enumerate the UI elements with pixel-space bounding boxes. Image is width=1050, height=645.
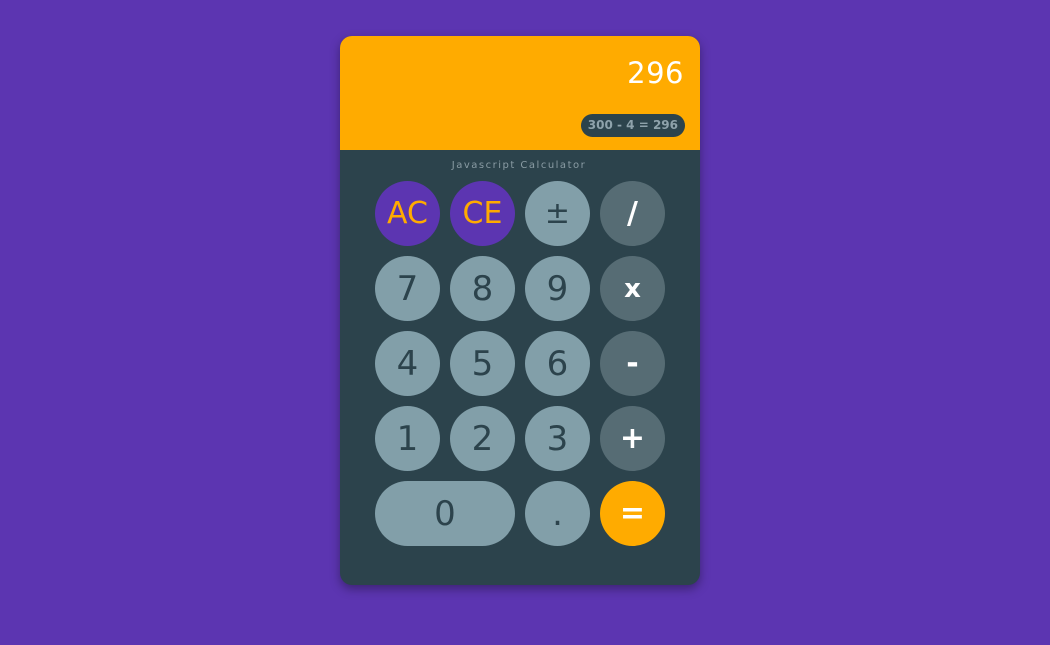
digit-6-button[interactable]: 6 xyxy=(525,331,590,396)
digit-3-button[interactable]: 3 xyxy=(525,406,590,471)
digit-2-button[interactable]: 2 xyxy=(450,406,515,471)
clear-entry-button[interactable]: CE xyxy=(450,181,515,246)
history-expression: 300 - 4 = 296 xyxy=(580,114,685,137)
sign-toggle-button[interactable]: ± xyxy=(525,181,590,246)
display-value: 296 xyxy=(627,56,684,90)
divide-button[interactable]: / xyxy=(600,181,665,246)
digit-9-button[interactable]: 9 xyxy=(525,256,590,321)
decimal-button[interactable]: . xyxy=(525,481,590,546)
digit-5-button[interactable]: 5 xyxy=(450,331,515,396)
digit-4-button[interactable]: 4 xyxy=(375,331,440,396)
display-panel: 296 300 - 4 = 296 xyxy=(340,36,700,150)
multiply-button[interactable]: x xyxy=(600,256,665,321)
digit-1-button[interactable]: 1 xyxy=(375,406,440,471)
add-button[interactable]: + xyxy=(600,406,665,471)
subtract-button[interactable]: - xyxy=(600,331,665,396)
calculator-caption: Javascript Calculator xyxy=(451,160,587,171)
digit-7-button[interactable]: 7 xyxy=(375,256,440,321)
digit-8-button[interactable]: 8 xyxy=(450,256,515,321)
all-clear-button[interactable]: AC xyxy=(375,181,440,246)
equals-button[interactable]: = xyxy=(600,481,665,546)
digit-0-button[interactable]: 0 xyxy=(375,481,515,546)
calculator: 296 300 - 4 = 296 Javascript Calculator … xyxy=(340,36,700,585)
